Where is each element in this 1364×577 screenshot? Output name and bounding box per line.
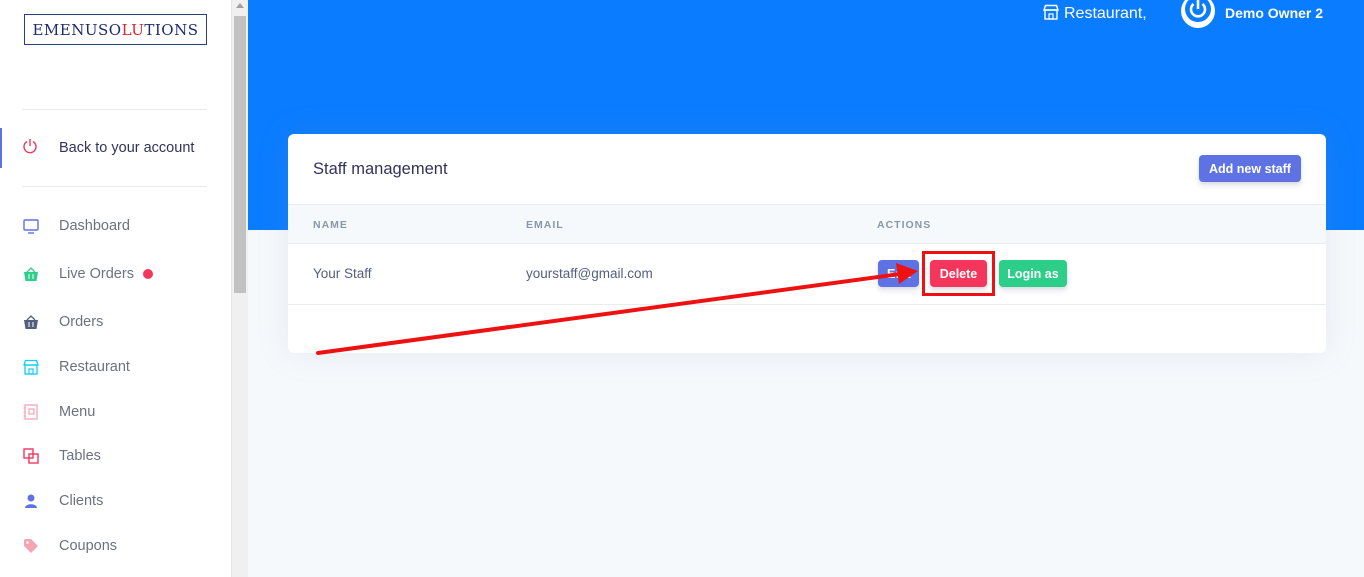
restaurant-link[interactable]: Restaurant, [1043, 0, 1147, 28]
monitor-icon [22, 217, 40, 235]
login-as-button[interactable]: Login as [999, 260, 1067, 287]
sidebar-item-label: Live Orders [59, 266, 134, 282]
sidebar: EMENUSOLUTIONS Back to your account Dash… [0, 0, 231, 577]
logo-text-part1: EMENUSO [32, 20, 122, 39]
scroll-up-arrow-icon[interactable] [236, 3, 244, 8]
sidebar-item-dashboard[interactable]: Dashboard [0, 208, 231, 244]
store-icon [1043, 4, 1059, 25]
edit-button[interactable]: Edit [878, 260, 919, 287]
sidebar-item-live-orders[interactable]: Live Orders [0, 256, 231, 292]
table-row: Your Staff yourstaff@gmail.com Edit Dele… [288, 244, 1326, 305]
squares-icon [22, 447, 40, 465]
sidebar-item-coupons[interactable]: Coupons [0, 528, 231, 564]
sidebar-item-restaurant[interactable]: Restaurant [0, 349, 231, 385]
restaurant-label: Restaurant, [1064, 5, 1147, 22]
column-header-name[interactable]: NAME [313, 219, 348, 231]
sidebar-item-label: Menu [59, 404, 96, 420]
avatar[interactable] [1181, 0, 1215, 28]
add-new-staff-button[interactable]: Add new staff [1199, 155, 1301, 182]
brand-logo[interactable]: EMENUSOLUTIONS [24, 14, 207, 45]
sidebar-scrollbar[interactable] [231, 0, 248, 577]
sidebar-item-label: Restaurant [59, 359, 130, 375]
table-header: NAME EMAIL ACTIONS [288, 204, 1326, 244]
staff-name-cell: Your Staff [313, 266, 372, 281]
sidebar-item-menu[interactable]: Menu [0, 394, 231, 430]
book-icon [22, 403, 40, 421]
power-icon [22, 138, 40, 159]
page-title: Staff management [313, 160, 448, 178]
live-indicator-dot [142, 269, 153, 279]
tag-icon [22, 537, 40, 555]
back-to-account-label: Back to your account [59, 140, 195, 156]
basket-icon [22, 265, 40, 283]
column-header-actions: ACTIONS [877, 219, 932, 231]
power-icon [1185, 0, 1211, 27]
sidebar-item-tables[interactable]: Tables [0, 438, 231, 474]
sidebar-divider [22, 186, 207, 187]
basket-icon [22, 313, 40, 331]
back-to-account-link[interactable]: Back to your account [0, 128, 231, 168]
sidebar-item-label: Tables [59, 448, 101, 464]
logo-text-part2: LU [121, 20, 145, 39]
sidebar-item-label: Clients [59, 493, 104, 509]
user-icon [22, 492, 40, 510]
sidebar-divider [22, 109, 207, 110]
sidebar-item-orders[interactable]: Orders [0, 304, 231, 340]
staff-email-cell: yourstaff@gmail.com [526, 266, 653, 281]
logo-text-part3: TIONS [144, 20, 199, 39]
staff-management-card: Staff management Add new staff NAME EMAI… [288, 134, 1326, 353]
sidebar-item-label: Dashboard [59, 218, 130, 234]
column-header-email[interactable]: EMAIL [526, 219, 564, 231]
sidebar-item-label: Orders [59, 314, 104, 330]
scrollbar-thumb[interactable] [234, 16, 246, 293]
user-menu-name[interactable]: Demo Owner 2 [1225, 5, 1323, 21]
annotation-highlight-box [922, 251, 995, 296]
sidebar-item-label: Coupons [59, 538, 118, 554]
sidebar-item-clients[interactable]: Clients [0, 483, 231, 519]
store-icon [22, 358, 40, 376]
